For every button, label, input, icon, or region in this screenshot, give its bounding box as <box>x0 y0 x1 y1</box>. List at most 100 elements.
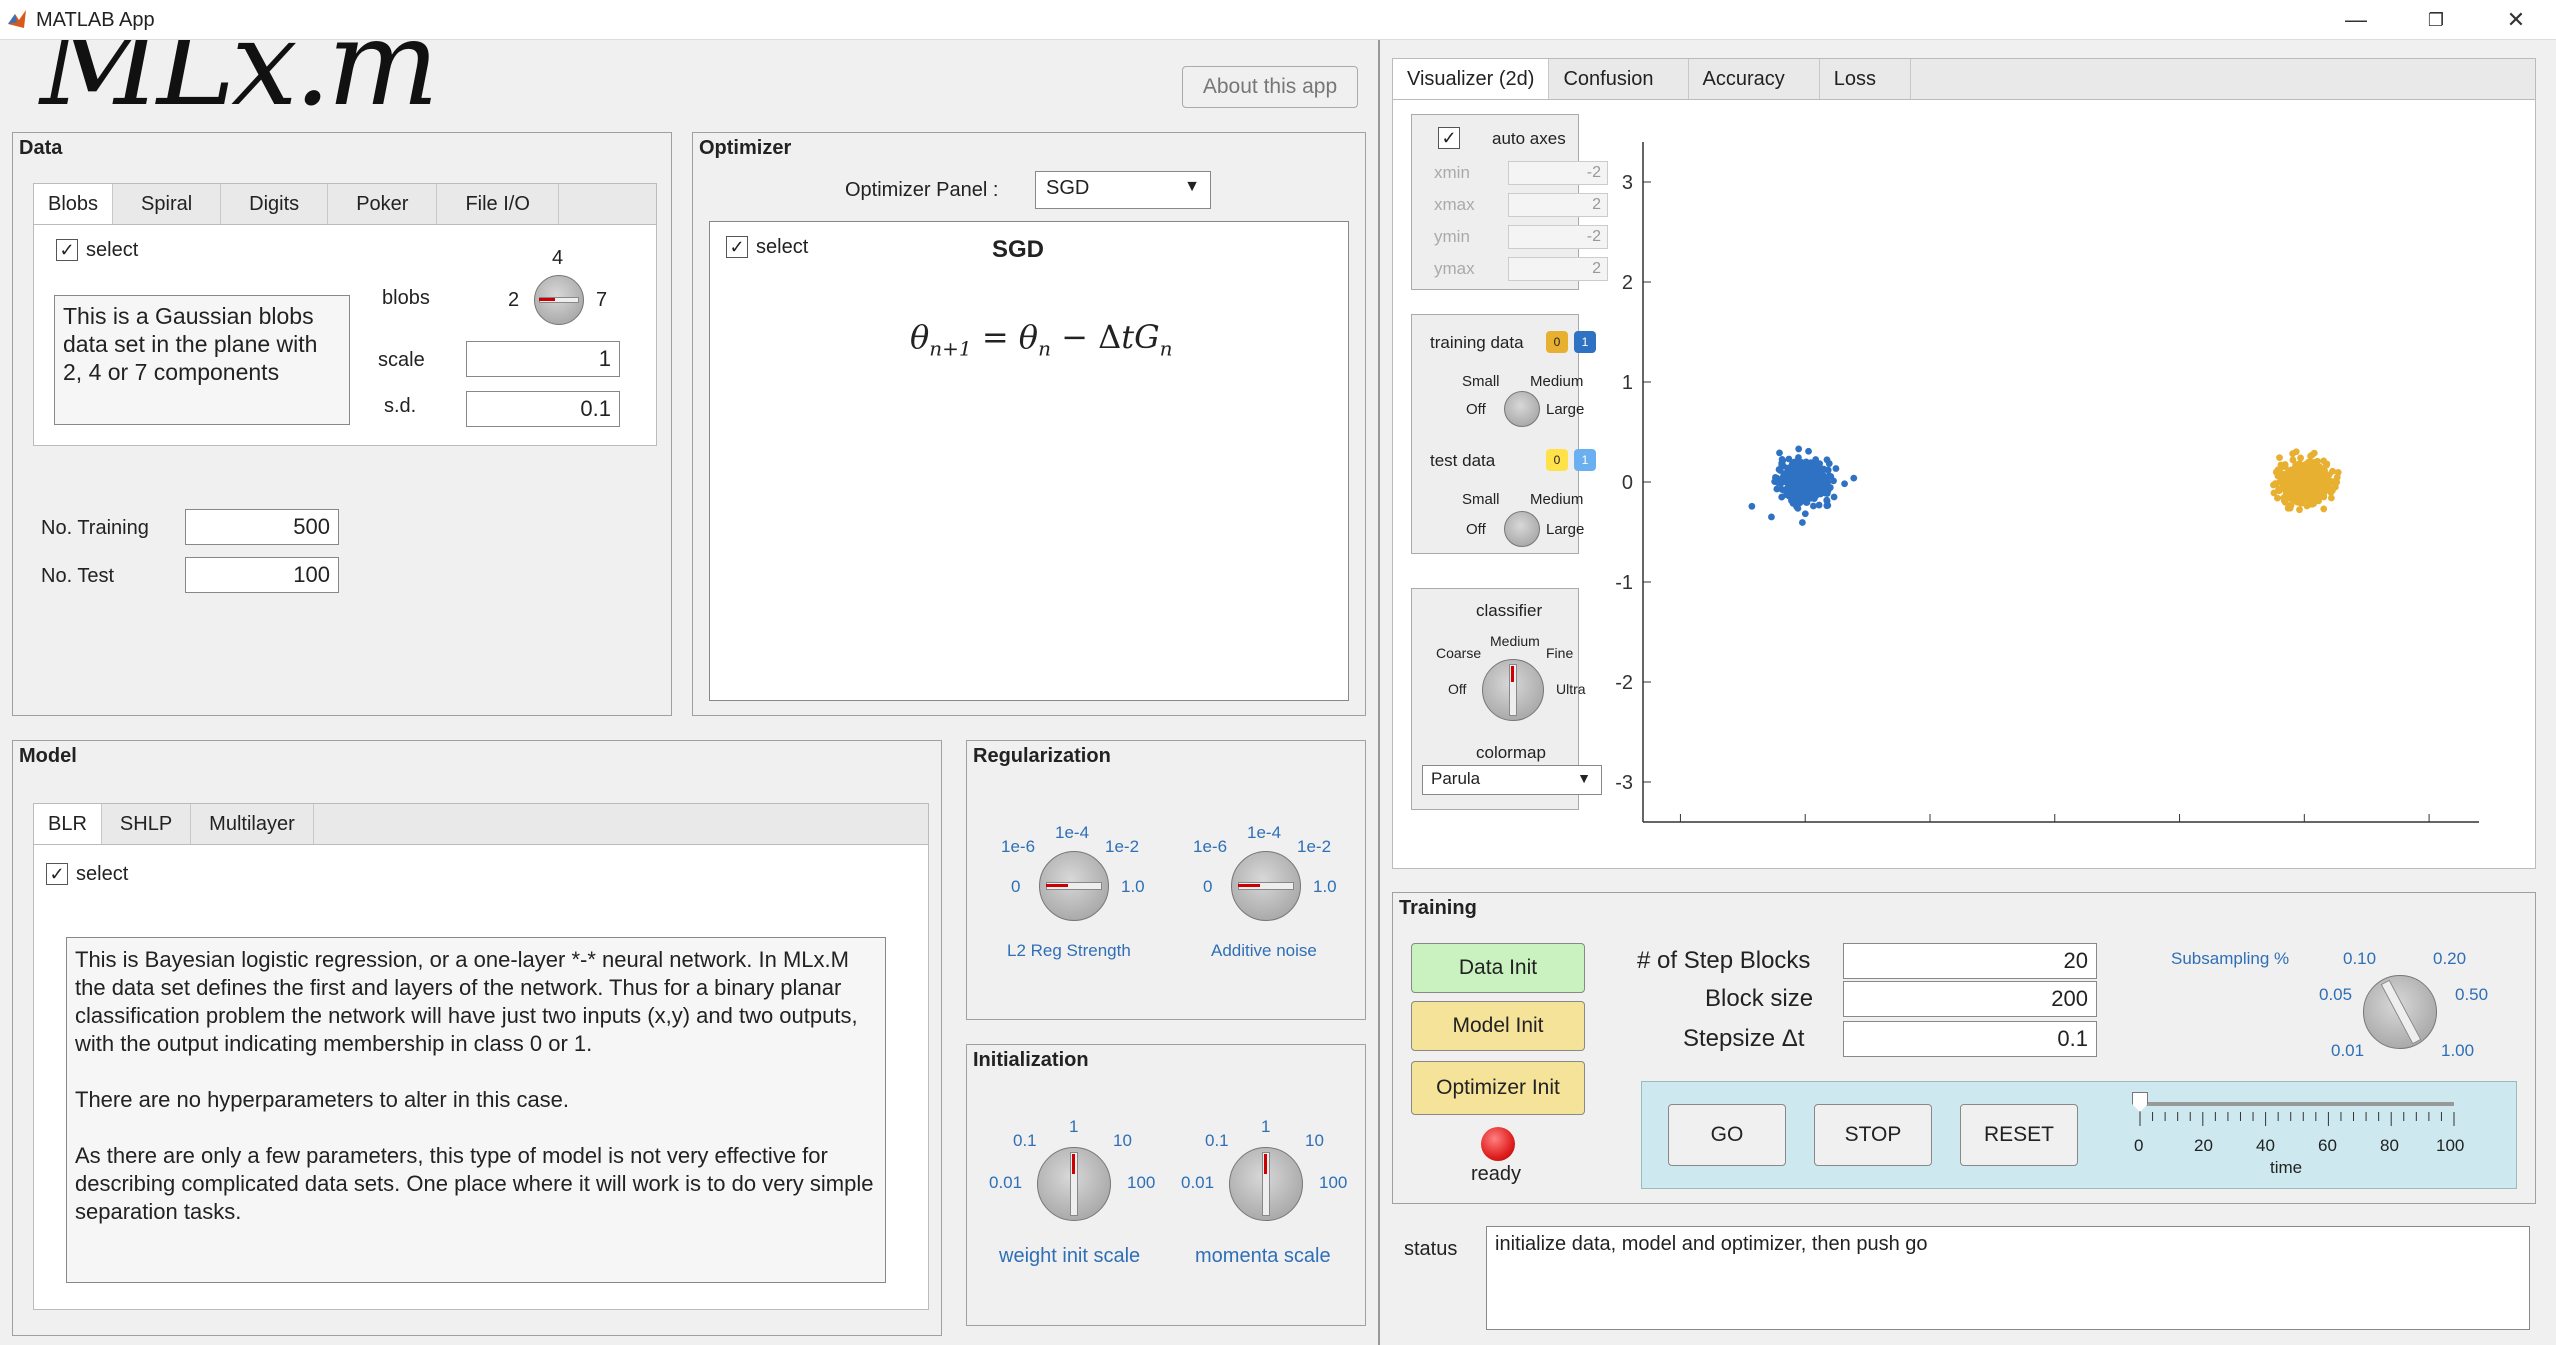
classifier-knob[interactable] <box>1482 659 1544 721</box>
l2-tick-0: 0 <box>1011 877 1021 896</box>
additive-noise-knob[interactable] <box>1231 851 1301 921</box>
tab-visualizer-2d[interactable]: Visualizer (2d) <box>1393 59 1550 99</box>
data-point-class-1 <box>2297 454 2305 462</box>
model-init-button[interactable]: Model Init <box>1411 1001 1585 1051</box>
no-test-input[interactable]: 100 <box>185 557 339 593</box>
xmax-input[interactable]: 2 <box>1508 193 1608 217</box>
weight-init-knob[interactable] <box>1037 1147 1111 1221</box>
data-point-class-0 <box>1827 473 1835 480</box>
data-point-class-0 <box>1784 464 1791 472</box>
tab-blobs[interactable]: Blobs <box>34 184 114 224</box>
blr-description: This is Bayesian logistic regression, or… <box>66 937 886 1283</box>
tab-multilayer[interactable]: Multilayer <box>191 804 314 844</box>
tab-digits[interactable]: Digits <box>221 184 329 224</box>
ymax-input[interactable]: 2 <box>1508 257 1608 281</box>
slider-tick-20: 20 <box>2194 1136 2213 1155</box>
no-test-label: No. Test <box>41 565 114 587</box>
colormap-dropdown[interactable]: Parula ▼ <box>1422 765 1602 795</box>
noise-tick-1e-2: 1e-2 <box>1297 837 1332 856</box>
data-point-class-1 <box>2296 506 2303 514</box>
training-size-knob[interactable] <box>1504 391 1540 427</box>
data-point-class-1 <box>2283 495 2291 502</box>
block-size-input[interactable]: 200 <box>1843 981 2097 1017</box>
data-point-class-1 <box>2299 462 2306 469</box>
data-point-class-0 <box>1850 474 1858 482</box>
momenta-tick-1: 1 <box>1261 1117 1271 1136</box>
tab-blr[interactable]: BLR <box>34 804 102 844</box>
data-point-class-0 <box>1748 502 1756 510</box>
weight-tick-0.1: 0.1 <box>1013 1131 1037 1150</box>
no-training-input[interactable]: 500 <box>185 509 339 545</box>
data-point-class-0 <box>1823 496 1831 504</box>
time-slider-track[interactable] <box>2140 1102 2454 1106</box>
blobs-knob[interactable] <box>534 275 584 325</box>
training-panel: Training Data Init Model Init Optimizer … <box>1392 892 2536 1204</box>
optimizer-dropdown[interactable]: SGD ▼ <box>1035 171 1211 209</box>
sgd-select-checkbox[interactable]: ✓ <box>726 236 748 258</box>
data-point-class-1 <box>2290 476 2298 484</box>
training-large-label: Large <box>1546 401 1585 418</box>
l2-reg-knob[interactable] <box>1039 851 1109 921</box>
sub-tick-0.50: 0.50 <box>2455 985 2489 1004</box>
tab-accuracy[interactable]: Accuracy <box>1689 59 1820 99</box>
optimizer-init-button[interactable]: Optimizer Init <box>1411 1061 1585 1115</box>
chevron-down-icon: ▼ <box>1577 770 1591 786</box>
xmin-input[interactable]: -2 <box>1508 161 1608 185</box>
weight-init-label: weight init scale <box>999 1245 1141 1267</box>
test-size-knob[interactable] <box>1504 511 1540 547</box>
data-point-class-1 <box>2310 472 2318 480</box>
sd-label: s.d. <box>384 395 417 417</box>
classifier-subpanel: classifier Medium Coarse Fine Off Ultra … <box>1411 588 1602 810</box>
blr-select-checkbox[interactable]: ✓ <box>46 863 68 885</box>
auto-axes-checkbox[interactable]: ✓ <box>1438 127 1460 149</box>
logo: MLx.m <box>40 40 439 114</box>
about-button[interactable]: About this app <box>1182 66 1358 108</box>
blobs-select-checkbox[interactable]: ✓ <box>56 239 78 261</box>
tab-loss[interactable]: Loss <box>1820 59 1912 99</box>
blr-description-p1: This is Bayesian logistic regression, or… <box>75 947 858 1056</box>
visualizer-tabs: Visualizer (2d) Confusion Accuracy Loss <box>1392 58 2536 100</box>
minimize-button[interactable]: — <box>2326 4 2386 36</box>
close-button[interactable]: ✕ <box>2486 4 2546 36</box>
x-tick-label: -1 <box>1921 835 1939 836</box>
test-small-label: Small <box>1462 491 1500 508</box>
blr-select-label: select <box>76 863 129 885</box>
sgd-pane: ✓ select SGD θn+1 = θn − ΔtGn <box>709 221 1349 701</box>
test-medium-label: Medium <box>1530 491 1584 508</box>
scale-input[interactable]: 1 <box>466 341 620 377</box>
scatter-plot[interactable]: -3 -2 -1 0 1 2 3 3 2 1 0 -1 -2 -3 <box>1603 136 2503 836</box>
run-control-box: GO STOP RESET 0 20 40 60 80 100 time <box>1641 1081 2517 1189</box>
data-point-class-0 <box>1795 445 1803 453</box>
tab-shlp[interactable]: SHLP <box>102 804 192 844</box>
no-training-label: No. Training <box>41 517 149 539</box>
tab-poker[interactable]: Poker <box>328 184 438 224</box>
y-tick-label: -1 <box>1615 572 1633 594</box>
sd-input[interactable]: 0.1 <box>466 391 620 427</box>
data-point-class-0 <box>1773 485 1781 493</box>
subsampling-knob[interactable] <box>2363 975 2437 1049</box>
stepsize-input[interactable]: 0.1 <box>1843 1021 2097 1057</box>
test-data-label: test data <box>1430 451 1496 470</box>
data-init-button[interactable]: Data Init <box>1411 943 1585 993</box>
y-tick-label: 3 <box>1622 172 1633 194</box>
tab-confusion[interactable]: Confusion <box>1549 59 1689 99</box>
data-point-class-1 <box>2279 463 2287 471</box>
sub-tick-0.01: 0.01 <box>2331 1041 2365 1060</box>
momenta-knob[interactable] <box>1229 1147 1303 1221</box>
restore-button[interactable]: ❐ <box>2406 4 2466 36</box>
x-tick-label: -2 <box>1796 835 1814 836</box>
data-point-class-0 <box>1784 484 1792 492</box>
momenta-tick-0.01: 0.01 <box>1181 1173 1215 1192</box>
momenta-tick-100: 100 <box>1319 1173 1348 1192</box>
time-slider-thumb[interactable] <box>2132 1092 2148 1112</box>
tab-spiral[interactable]: Spiral <box>113 184 222 224</box>
step-blocks-input[interactable]: 20 <box>1843 943 2097 979</box>
reset-button[interactable]: RESET <box>1960 1104 2078 1166</box>
stop-button[interactable]: STOP <box>1814 1104 1932 1166</box>
go-button[interactable]: GO <box>1668 1104 1786 1166</box>
tab-file-io[interactable]: File I/O <box>437 184 559 224</box>
data-point-class-1 <box>2327 489 2335 496</box>
data-point-class-1 <box>2320 457 2328 465</box>
ymin-input[interactable]: -2 <box>1508 225 1608 249</box>
data-point-class-0 <box>1807 487 1815 495</box>
